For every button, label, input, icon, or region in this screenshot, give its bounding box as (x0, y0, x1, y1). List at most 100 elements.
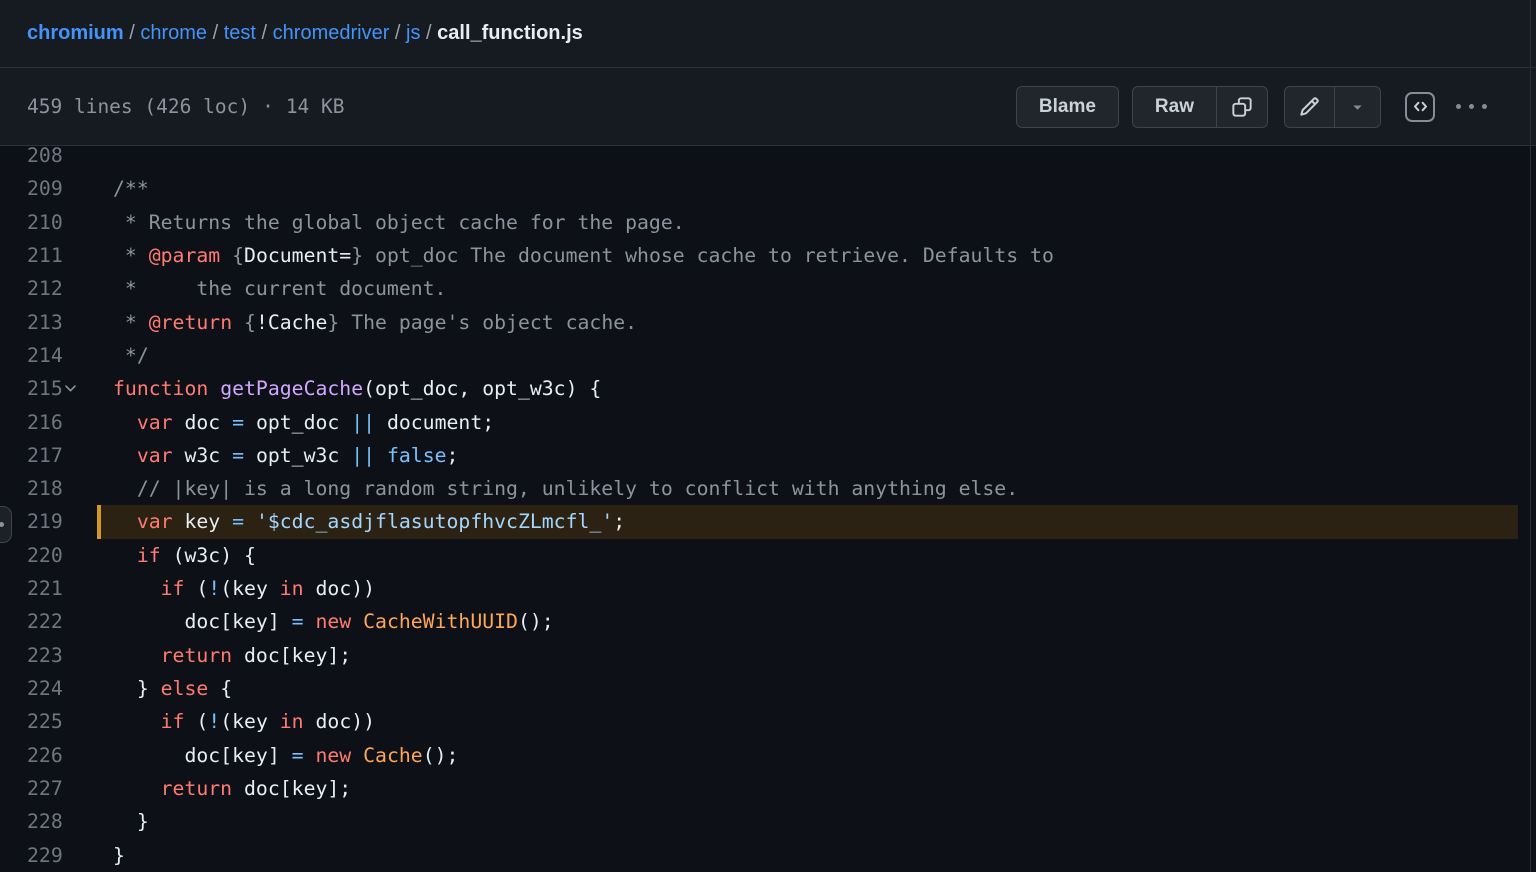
line-number[interactable]: 213 (0, 306, 97, 339)
code-line: 223 return doc[key]; (0, 639, 1536, 672)
code-line: 212 * the current document. (0, 272, 1536, 305)
line-number[interactable]: 214 (0, 339, 97, 372)
line-number[interactable]: 227 (0, 772, 97, 805)
panel-divider[interactable] (1530, 0, 1531, 872)
line-number[interactable]: 229 (0, 839, 97, 869)
line-number[interactable]: 212 (0, 272, 97, 305)
line-number[interactable]: 217 (0, 439, 97, 472)
code-line: 213 * @return {!Cache} The page's object… (0, 306, 1536, 339)
code-line: 226 doc[key] = new Cache(); (0, 739, 1536, 772)
annotation-dot-icon (0, 522, 4, 527)
line-number[interactable]: 222 (0, 605, 97, 638)
breadcrumb-separator: / (420, 22, 437, 45)
breadcrumb-separator: / (389, 22, 406, 45)
breadcrumb-current-file: call_function.js (437, 22, 583, 45)
line-number[interactable]: 223 (0, 639, 97, 672)
line-content: return doc[key]; (97, 639, 1518, 672)
code-line: 218 // |key| is a long random string, un… (0, 472, 1536, 505)
code-line: 222 doc[key] = new CacheWithUUID(); (0, 605, 1536, 638)
line-content: var doc = opt_doc || document; (97, 406, 1518, 439)
copy-button[interactable] (1216, 87, 1267, 127)
code-line: 215 function getPageCache(opt_doc, opt_w… (0, 372, 1536, 405)
code-lines: 208209/**210 * Returns the global object… (0, 146, 1536, 869)
line-number[interactable]: 224 (0, 672, 97, 705)
breadcrumb: chromium / chrome / test / chromedriver … (27, 22, 583, 45)
line-content: } else { (97, 672, 1518, 705)
file-actions: Blame Raw (1016, 86, 1490, 128)
line-content: if (!(key in doc)) (97, 705, 1518, 738)
code-line: 228 } (0, 805, 1536, 838)
line-number[interactable]: 219 (0, 505, 97, 538)
code-line: 220 if (w3c) { (0, 539, 1536, 572)
line-content: */ (97, 339, 1518, 372)
line-number[interactable]: 228 (0, 805, 97, 838)
code-line: 229} (0, 839, 1536, 869)
breadcrumb-separator: / (207, 22, 224, 45)
line-number[interactable]: 215 (0, 372, 97, 405)
line-content: doc[key] = new CacheWithUUID(); (97, 605, 1518, 638)
breadcrumb-link-chrome[interactable]: chrome (140, 22, 207, 45)
meta-separator: · (262, 95, 274, 118)
line-content: function getPageCache(opt_doc, opt_w3c) … (97, 372, 1518, 405)
code-line: 225 if (!(key in doc)) (0, 705, 1536, 738)
line-number[interactable]: 209 (0, 172, 97, 205)
symbols-button[interactable] (1405, 92, 1435, 122)
line-content: * Returns the global object cache for th… (97, 206, 1518, 239)
code-line: 216 var doc = opt_doc || document; (0, 406, 1536, 439)
file-header: 459 lines (426 loc) · 14 KB Blame Raw (0, 68, 1536, 146)
symbols-icon (1412, 98, 1429, 115)
breadcrumb-link-chromedriver[interactable]: chromedriver (273, 22, 390, 45)
blame-button[interactable]: Blame (1016, 86, 1119, 128)
code-line: 208 (0, 146, 1536, 172)
breadcrumb-separator: / (256, 22, 273, 45)
triangle-down-icon (1349, 98, 1366, 115)
breadcrumb-link-test[interactable]: test (224, 22, 256, 45)
line-content: var key = '$cdc_asdjflasutopfhvcZLmcfl_'… (97, 505, 1518, 538)
line-number[interactable]: 211 (0, 239, 97, 272)
line-content (97, 146, 1518, 172)
line-annotation-widget[interactable] (0, 506, 12, 543)
line-number[interactable]: 226 (0, 739, 97, 772)
line-number[interactable]: 216 (0, 406, 97, 439)
line-content: } (97, 839, 1518, 869)
code-line: 210 * Returns the global object cache fo… (0, 206, 1536, 239)
line-number[interactable]: 218 (0, 472, 97, 505)
line-number[interactable]: 220 (0, 539, 97, 572)
code-line: 224 } else { (0, 672, 1536, 705)
line-content: if (w3c) { (97, 539, 1518, 572)
line-content: doc[key] = new Cache(); (97, 739, 1518, 772)
line-number[interactable]: 208 (0, 146, 97, 172)
line-content: /** (97, 172, 1518, 205)
edit-dropdown-button[interactable] (1334, 87, 1380, 127)
code-line-highlighted: 219 var key = '$cdc_asdjflasutopfhvcZLmc… (0, 505, 1536, 538)
file-size: 14 KB (286, 95, 345, 118)
code-view: 208209/**210 * Returns the global object… (0, 146, 1536, 869)
file-meta: 459 lines (426 loc) · 14 KB (27, 95, 345, 118)
collapse-chevron-icon[interactable] (62, 380, 79, 397)
line-content: * the current document. (97, 272, 1518, 305)
code-line: 211 * @param {Document=} opt_doc The doc… (0, 239, 1536, 272)
line-number[interactable]: 225 (0, 705, 97, 738)
line-content: return doc[key]; (97, 772, 1518, 805)
kebab-icon (1456, 104, 1461, 109)
breadcrumb-separator: / (124, 22, 141, 45)
breadcrumb-link-js[interactable]: js (406, 22, 420, 45)
line-content: * @param {Document=} opt_doc The documen… (97, 239, 1518, 272)
code-line: 217 var w3c = opt_w3c || false; (0, 439, 1536, 472)
edit-group (1284, 86, 1381, 128)
code-line: 221 if (!(key in doc)) (0, 572, 1536, 605)
raw-copy-group: Raw (1132, 86, 1268, 128)
breadcrumb-link-chromium[interactable]: chromium (27, 22, 124, 45)
edit-button[interactable] (1285, 87, 1334, 127)
file-lines-info: 459 lines (426 loc) (27, 95, 250, 118)
line-content: if (!(key in doc)) (97, 572, 1518, 605)
more-options-button[interactable] (1453, 96, 1490, 117)
pencil-icon (1299, 96, 1320, 117)
line-content: // |key| is a long random string, unlike… (97, 472, 1518, 505)
copy-icon (1231, 96, 1253, 118)
line-number[interactable]: 221 (0, 572, 97, 605)
line-content: * @return {!Cache} The page's object cac… (97, 306, 1518, 339)
line-number[interactable]: 210 (0, 206, 97, 239)
breadcrumb-bar: chromium / chrome / test / chromedriver … (0, 0, 1536, 68)
raw-button[interactable]: Raw (1133, 87, 1216, 127)
